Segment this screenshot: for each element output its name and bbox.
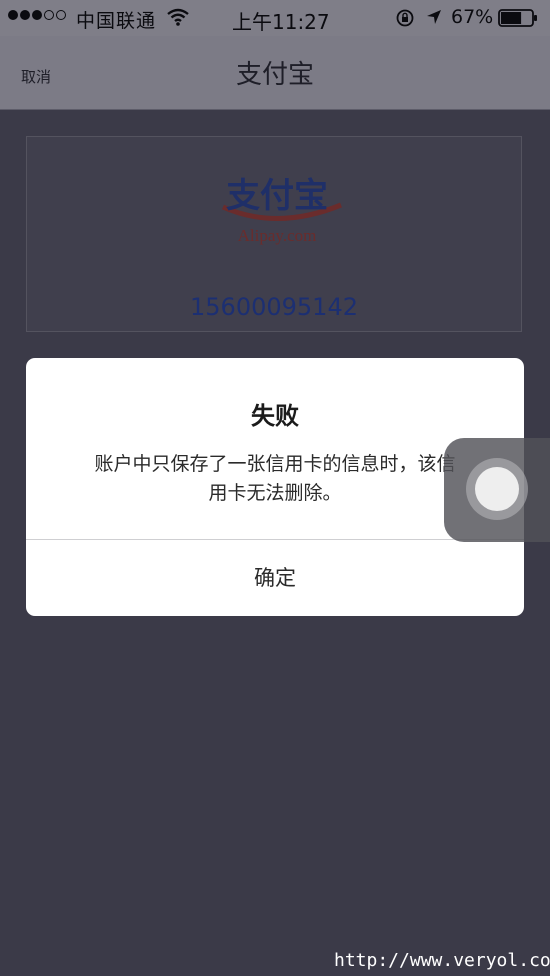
account-card: 支付宝 Alipay.com 15600095142 [26, 136, 522, 332]
signal-dot [32, 10, 42, 20]
page-title: 支付宝 [235, 60, 314, 90]
clock: 上午11:27 [232, 10, 330, 34]
alert-message-line: 账户中只保存了一张信用卡的信息时，该信 [94, 453, 456, 475]
signal-dot [20, 10, 30, 20]
signal-dot [56, 10, 66, 20]
assistive-touch-button[interactable] [444, 438, 550, 542]
confirm-button[interactable]: 确定 [26, 540, 524, 616]
wifi-icon [167, 8, 189, 26]
signal-strength-icon [8, 10, 66, 20]
navigation-bar: 取消 支付宝 [0, 36, 550, 110]
account-number: 15600095142 [190, 293, 358, 321]
status-bar: 中国联通 上午11:27 67% [0, 0, 550, 36]
assistive-touch-core [475, 467, 519, 511]
assistive-touch-icon [466, 458, 528, 520]
signal-dot [44, 10, 54, 20]
svg-text:支付宝: 支付宝 [226, 177, 328, 215]
signal-dot [8, 10, 18, 20]
battery-icon [498, 9, 537, 27]
carrier-name: 中国联通 [76, 10, 157, 32]
alipay-logo: 支付宝 Alipay.com [221, 177, 342, 245]
alert-message-line: 用卡无法删除。 [208, 482, 342, 504]
battery-percentage: 67% [451, 6, 494, 28]
location-icon [427, 10, 441, 24]
svg-text:Alipay.com: Alipay.com [238, 226, 317, 245]
alert-title: 失败 [251, 402, 299, 430]
alert-message: 账户中只保存了一张信用卡的信息时，该信 用卡无法删除。 [56, 450, 494, 508]
watermark: http://www.veryol.com [334, 950, 550, 971]
orientation-lock-icon [396, 9, 414, 27]
